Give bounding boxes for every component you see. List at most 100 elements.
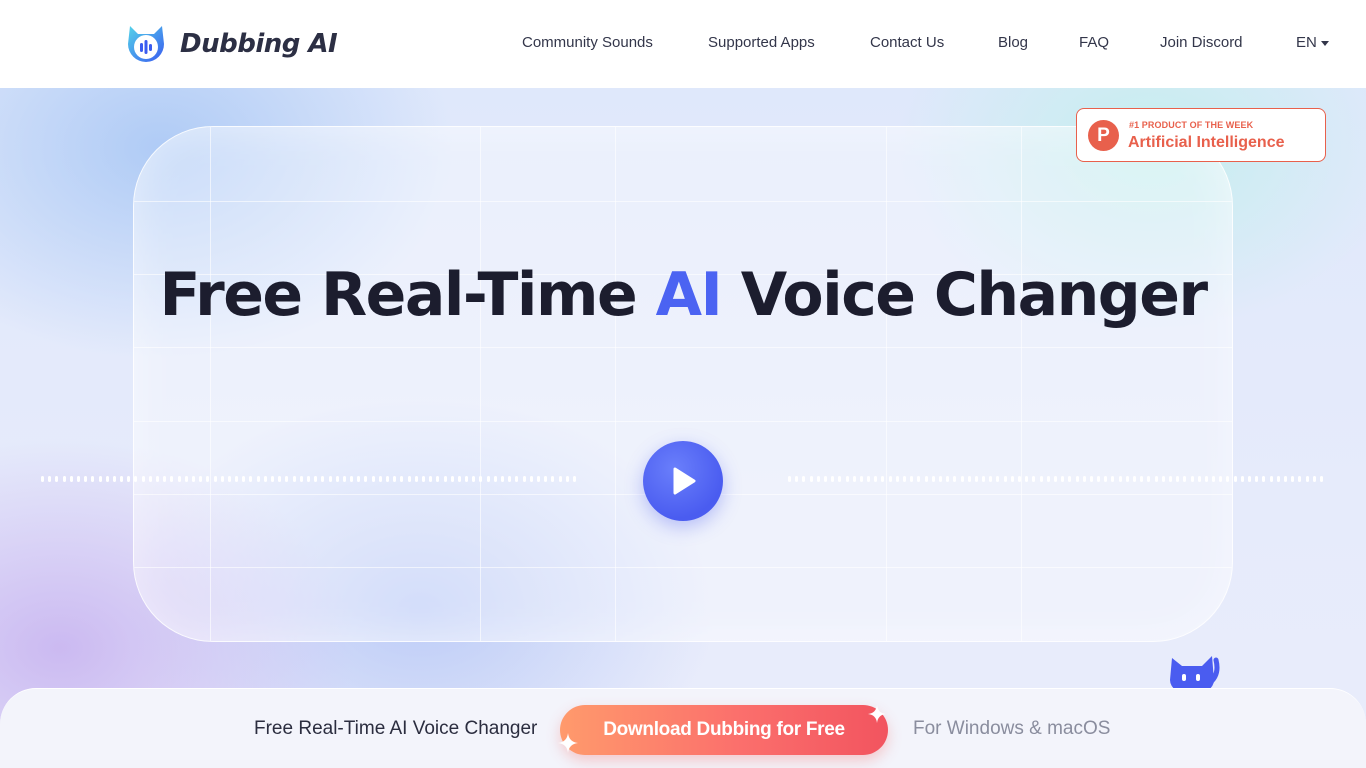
- waveform-dot: [306, 476, 310, 482]
- caret-down-icon: [1320, 41, 1329, 46]
- waveform-dot: [371, 476, 375, 482]
- waveform-dot: [1283, 476, 1287, 482]
- waveform-dot: [163, 476, 167, 482]
- waveform-dot: [1233, 476, 1237, 482]
- waveform-dot: [134, 476, 138, 482]
- waveform-dot: [148, 476, 152, 482]
- badge-title: Artificial Intelligence: [1128, 134, 1285, 151]
- waveform-dot: [486, 476, 490, 482]
- waveform-dot: [910, 476, 914, 482]
- waveform-dot: [213, 476, 217, 482]
- waveform-dot: [931, 476, 935, 482]
- waveform-dot: [1061, 476, 1065, 482]
- waveform-dot: [141, 476, 145, 482]
- waveform-dot: [558, 476, 562, 482]
- waveform-dot: [1312, 476, 1316, 482]
- waveform-dot: [1075, 476, 1079, 482]
- product-hunt-icon: P: [1088, 120, 1119, 151]
- waveform-dot: [55, 476, 59, 482]
- site-header: Dubbing AI Community Sounds Supported Ap…: [0, 0, 1366, 88]
- waveform-dot: [989, 476, 993, 482]
- waveform-dot: [177, 476, 181, 482]
- waveform-dot: [1068, 476, 1072, 482]
- waveform-dot: [235, 476, 239, 482]
- nav-blog[interactable]: Blog: [998, 34, 1028, 51]
- waveform-dot: [1039, 476, 1043, 482]
- nav-supported-apps[interactable]: Supported Apps: [708, 34, 815, 51]
- waveform-dot: [917, 476, 921, 482]
- waveform-dot: [788, 476, 791, 482]
- waveform-dot: [823, 476, 827, 482]
- waveform-dot: [328, 476, 332, 482]
- waveform-dot: [249, 476, 253, 482]
- waveform-dot: [378, 476, 382, 482]
- waveform-dot: [1147, 476, 1151, 482]
- waveform-dot: [1161, 476, 1165, 482]
- waveform-dot: [982, 476, 986, 482]
- language-selector[interactable]: EN: [1296, 34, 1329, 51]
- waveform-dot: [845, 476, 849, 482]
- waveform-dot: [292, 476, 296, 482]
- waveform-dot: [867, 476, 871, 482]
- waveform-dot: [1291, 476, 1295, 482]
- waveform-dot: [386, 476, 389, 482]
- platform-note: For Windows & macOS: [913, 718, 1111, 739]
- waveform-dot: [1140, 476, 1144, 482]
- waveform-dot: [960, 476, 964, 482]
- waveform-dot: [831, 476, 835, 482]
- waveform-dot: [429, 476, 433, 482]
- nav-join-discord[interactable]: Join Discord: [1160, 34, 1243, 51]
- hero-glass-panel: [133, 126, 1233, 642]
- waveform-dot: [1111, 476, 1115, 482]
- waveform-dot: [1125, 476, 1129, 482]
- play-button[interactable]: [643, 441, 723, 521]
- waveform-dot: [544, 476, 548, 482]
- waveform-dot: [191, 476, 195, 482]
- waveform-dot: [321, 476, 325, 482]
- waveform-dot: [1003, 476, 1007, 482]
- waveform-dot: [1168, 476, 1172, 482]
- waveform-dot: [314, 476, 318, 482]
- waveform-dots-right: [788, 476, 1328, 482]
- waveform-dot: [256, 476, 260, 482]
- waveform-dot: [953, 476, 957, 482]
- waveform-dot: [493, 476, 497, 482]
- waveform-dot: [1255, 476, 1259, 482]
- waveform-dot: [1269, 476, 1273, 482]
- waveform-dot: [48, 476, 52, 482]
- waveform-dot: [1082, 476, 1086, 482]
- waveform-dot: [299, 476, 303, 482]
- waveform-dot: [112, 476, 116, 482]
- waveform-dot: [881, 476, 885, 482]
- waveform-dot: [501, 476, 504, 482]
- nav-community-sounds[interactable]: Community Sounds: [522, 34, 653, 51]
- nav-contact-us[interactable]: Contact Us: [870, 34, 944, 51]
- waveform-dot: [1190, 476, 1194, 482]
- waveform-dot: [278, 476, 282, 482]
- waveform-dot: [838, 476, 842, 482]
- waveform-dot: [436, 476, 440, 482]
- waveform-dot: [859, 476, 863, 482]
- waveform-dot: [1018, 476, 1021, 482]
- waveform-dot: [127, 476, 131, 482]
- waveform-dot: [1248, 476, 1251, 482]
- waveform-dot: [1212, 476, 1216, 482]
- waveform-dot: [271, 476, 274, 482]
- waveform-dot: [263, 476, 267, 482]
- download-button[interactable]: Download Dubbing for Free: [558, 705, 888, 755]
- product-hunt-badge[interactable]: P #1 PRODUCT OF THE WEEK Artificial Inte…: [1076, 108, 1326, 162]
- waveform-dot: [227, 476, 231, 482]
- waveform-dot: [472, 476, 476, 482]
- download-bar-title: Free Real-Time AI Voice Changer: [254, 718, 538, 739]
- waveform-dot: [946, 476, 950, 482]
- waveform-dot: [393, 476, 397, 482]
- waveform-dot: [1089, 476, 1093, 482]
- nav-faq[interactable]: FAQ: [1079, 34, 1109, 51]
- badge-subtitle: #1 PRODUCT OF THE WEEK: [1129, 120, 1254, 130]
- waveform-dot: [1154, 476, 1158, 482]
- waveform-dot: [342, 476, 346, 482]
- headline-part-1: Free Real-Time: [159, 260, 656, 330]
- waveform-dot: [1118, 476, 1122, 482]
- waveform-dot: [974, 476, 978, 482]
- waveform-dot: [407, 476, 411, 482]
